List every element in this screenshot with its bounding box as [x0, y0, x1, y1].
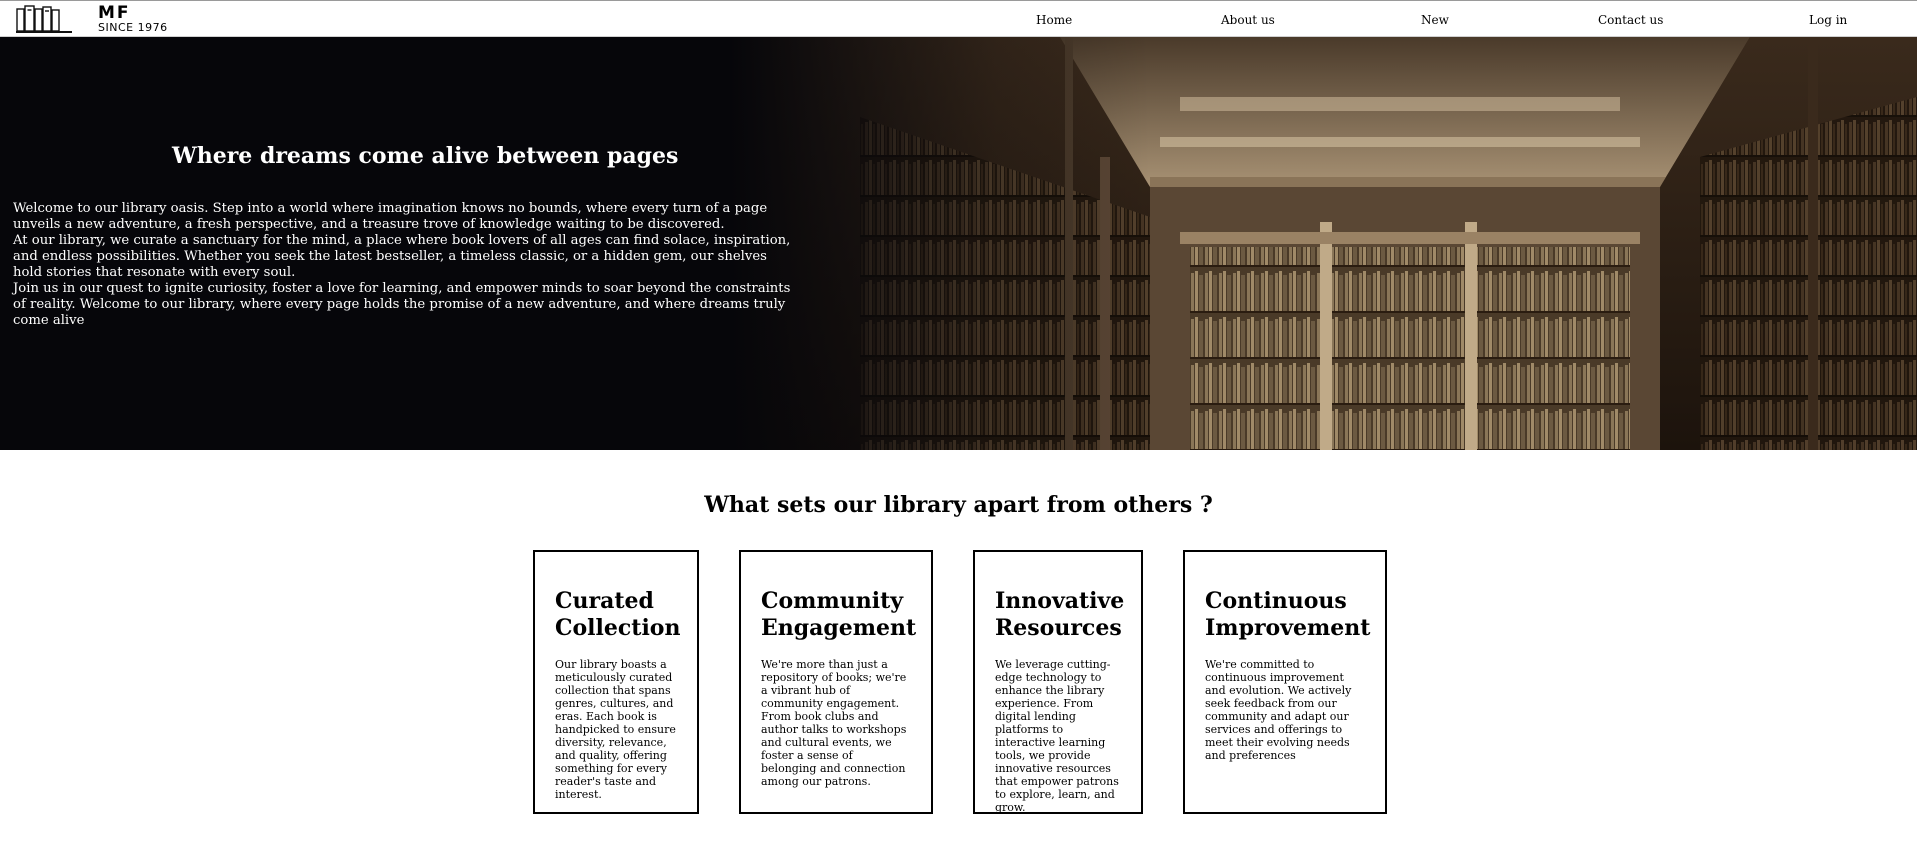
feature-card-innovative: Innovative Resources We leverage cutting…: [973, 550, 1143, 814]
nav-home-link[interactable]: Home: [1036, 13, 1072, 27]
feature-card-text: We leverage cutting-edge technology to e…: [995, 658, 1119, 814]
feature-card-title: Curated Collection: [555, 588, 681, 641]
feature-card-curated: Curated Collection Our library boasts a …: [533, 550, 699, 814]
feature-card-text: We're more than just a repository of boo…: [761, 658, 907, 788]
feature-card-title: Continuous Improvement: [1205, 588, 1371, 641]
feature-card-title: Community Engagement: [761, 588, 917, 641]
feature-card-title: Innovative Resources: [995, 588, 1125, 641]
features-title: What sets our library apart from others …: [704, 492, 1213, 518]
site-logo[interactable]: MF SINCE 1976: [16, 4, 196, 34]
site-header: MF SINCE 1976 Home About us New Contact …: [0, 0, 1917, 37]
nav-contact-link[interactable]: Contact us: [1598, 13, 1663, 27]
hero-title: Where dreams come alive between pages: [172, 143, 679, 169]
feature-card-community: Community Engagement We're more than jus…: [739, 550, 933, 814]
logo-name: MF: [98, 3, 131, 23]
hero-paragraph: At our library, we curate a sanctuary fo…: [13, 233, 791, 280]
hero-paragraph: Join us in our quest to ignite curiosity…: [13, 281, 791, 328]
books-logo-icon: [16, 5, 72, 33]
nav-login-link[interactable]: Log in: [1809, 13, 1847, 27]
feature-card-text: We're committed to continuous improvemen…: [1205, 658, 1352, 762]
hero-paragraph: Welcome to our library oasis. Step into …: [13, 201, 768, 232]
hero-section: Where dreams come alive between pages We…: [0, 37, 1917, 450]
feature-card-text: Our library boasts a meticulously curate…: [555, 658, 676, 801]
hero-intro: Welcome to our library oasis. Step into …: [13, 201, 793, 329]
feature-card-improvement: Continuous Improvement We're committed t…: [1183, 550, 1387, 814]
logo-tagline: SINCE 1976: [98, 21, 168, 34]
nav-about-link[interactable]: About us: [1221, 13, 1275, 27]
nav-new-link[interactable]: New: [1421, 13, 1449, 27]
